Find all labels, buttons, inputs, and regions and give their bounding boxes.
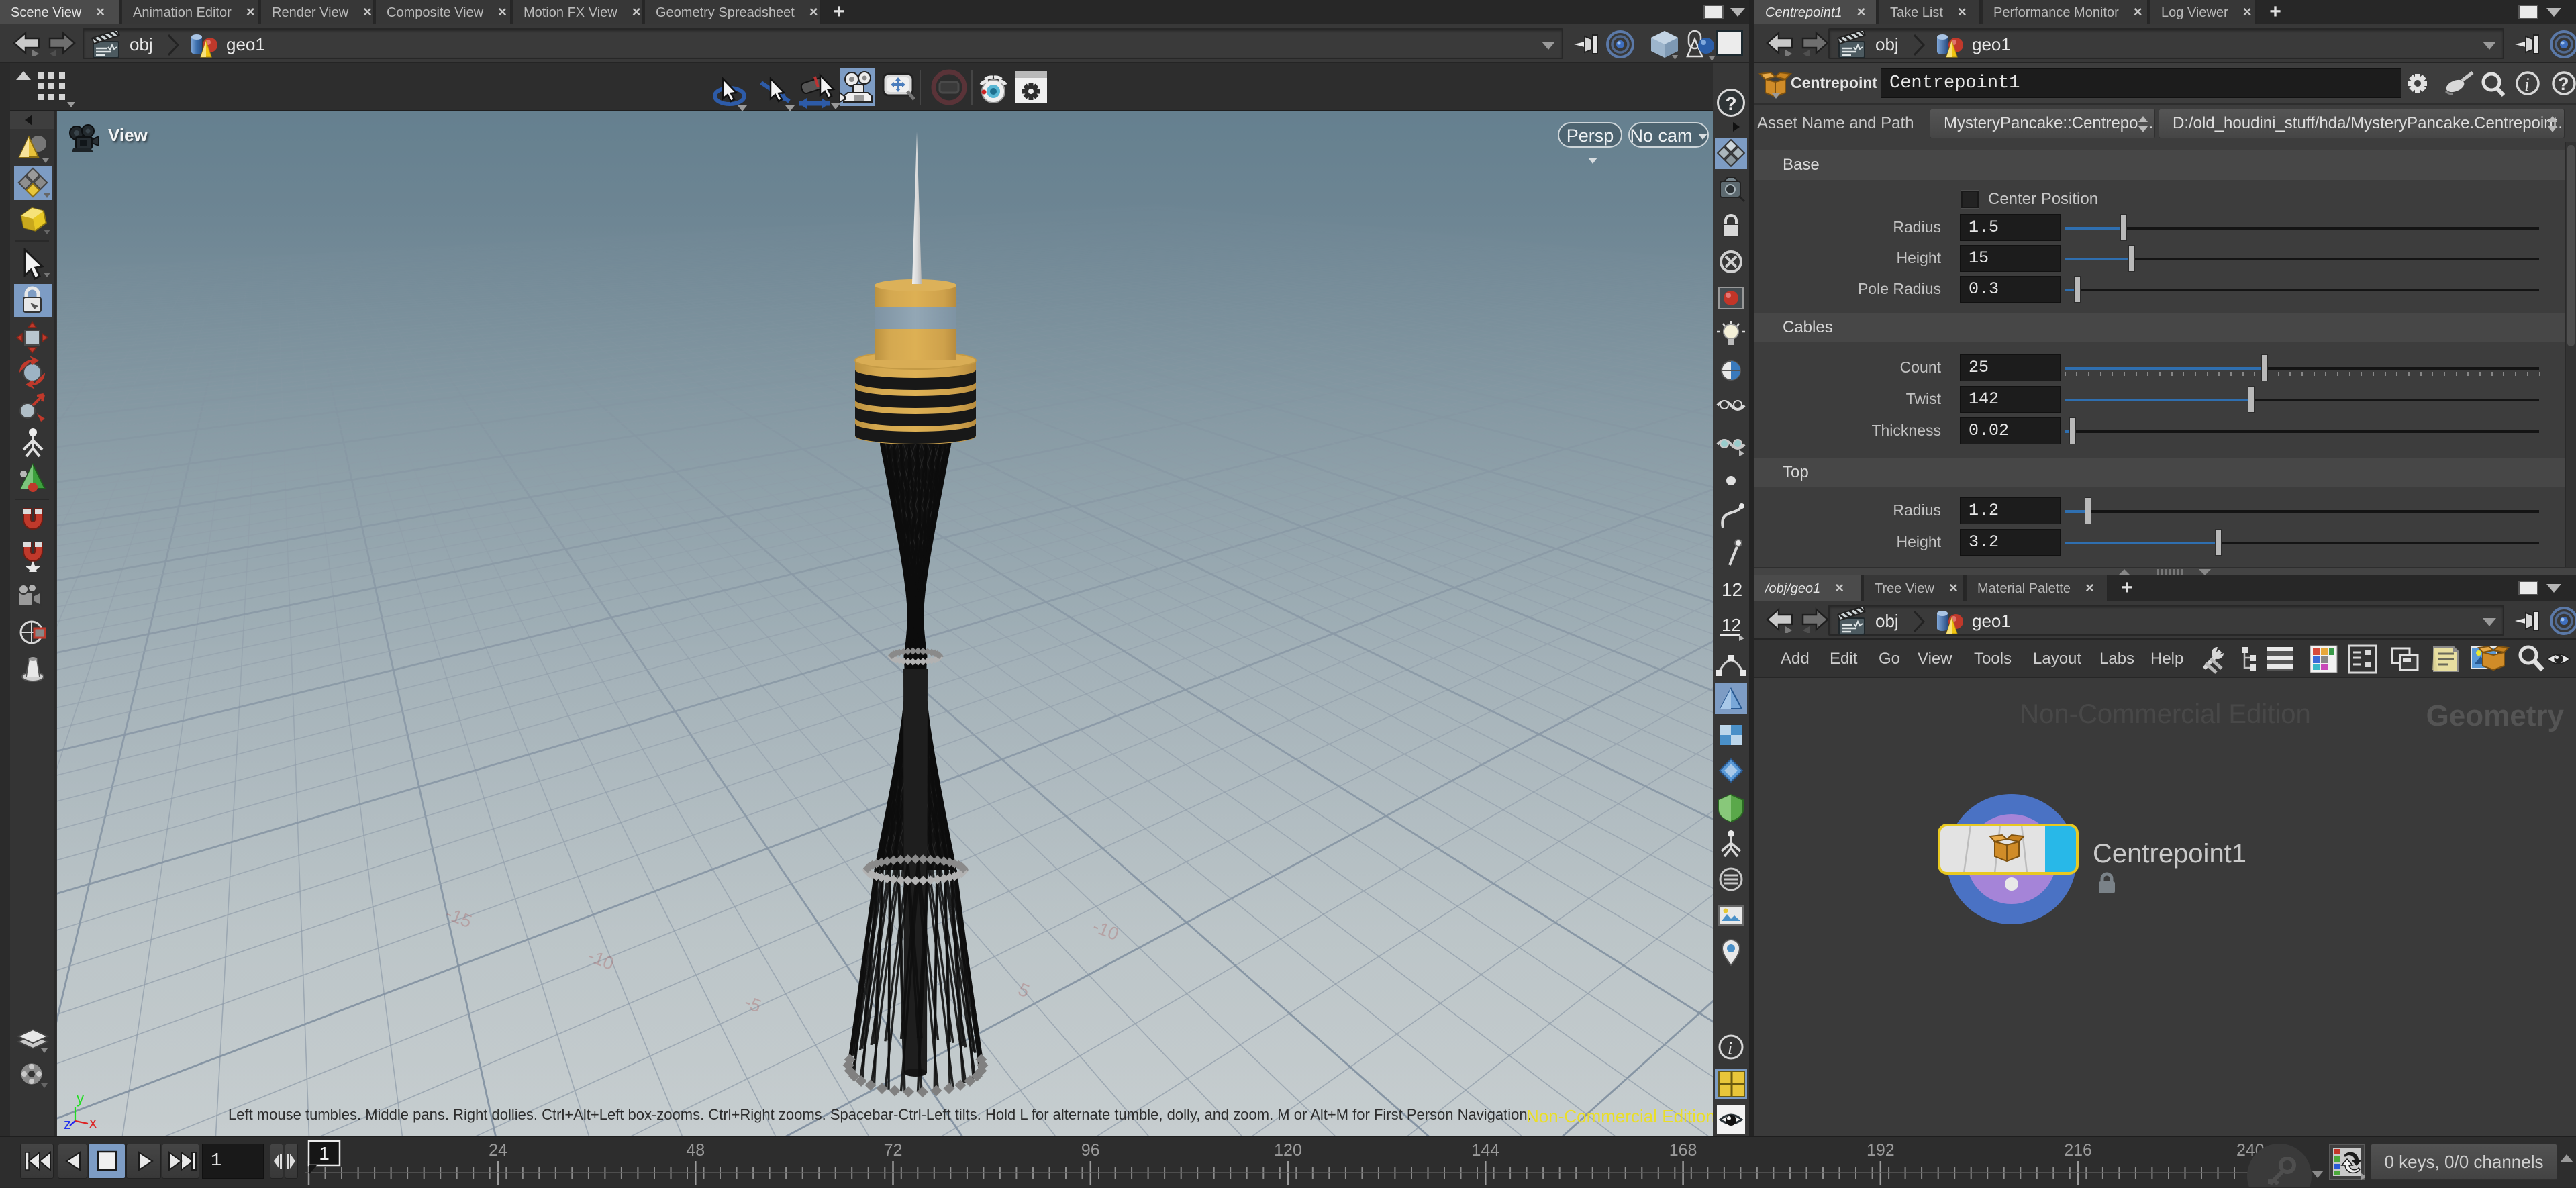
- svg-text:i: i: [1728, 1038, 1732, 1058]
- svg-text:1: 1: [319, 1143, 330, 1164]
- svg-text:72: 72: [884, 1141, 903, 1160]
- svg-text:96: 96: [1081, 1141, 1100, 1160]
- svg-text:z: z: [64, 1116, 71, 1130]
- svg-text:12: 12: [1722, 579, 1742, 600]
- svg-text:y: y: [77, 1093, 84, 1107]
- svg-text:12: 12: [1722, 615, 1741, 635]
- svg-text:48: 48: [686, 1141, 705, 1160]
- svg-text:24: 24: [489, 1141, 507, 1160]
- svg-text:x: x: [89, 1114, 97, 1130]
- svg-text:192: 192: [1867, 1141, 1895, 1160]
- svg-text:144: 144: [1471, 1141, 1499, 1160]
- svg-text:216: 216: [2064, 1141, 2092, 1160]
- svg-text:?: ?: [2558, 74, 2569, 94]
- svg-text:168: 168: [1669, 1141, 1697, 1160]
- svg-text:i: i: [2524, 75, 2530, 95]
- svg-text:120: 120: [1274, 1141, 1302, 1160]
